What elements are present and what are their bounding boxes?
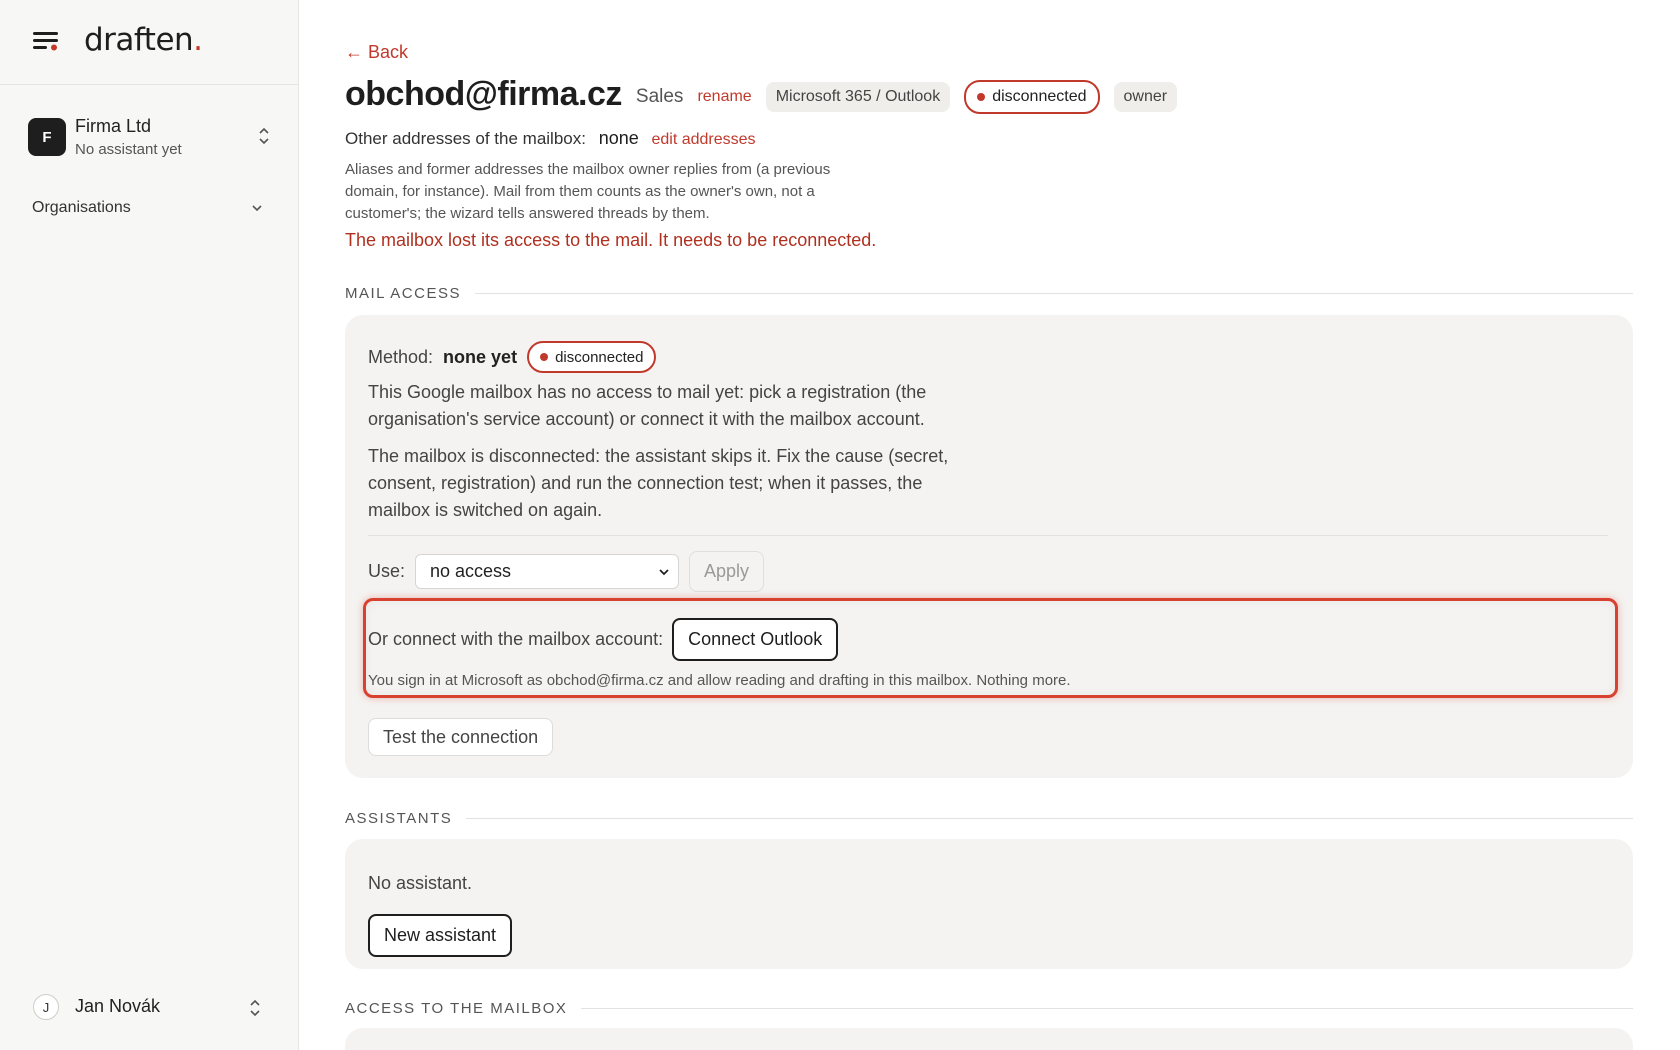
rename-link[interactable]: rename [697,88,751,106]
provider-badge: Microsoft 365 / Outlook [765,82,951,112]
mailbox-header: obchod@firma.cz Sales rename Microsoft 3… [345,72,1178,116]
chevron-updown-icon [250,999,260,1017]
org-name: Firma Ltd [75,116,152,136]
test-connection-button[interactable]: Test the connection [368,718,554,756]
connect-label: Or connect with the mailbox account: [368,629,664,649]
method-label: Method: [368,346,434,367]
mail-access-heading: MAIL ACCESS [345,283,1633,303]
method-value: none yet [443,346,518,367]
chevron-updown-icon [259,127,269,145]
method-row: Method: none yet disconnected [368,341,657,373]
signin-note: You sign in at Microsoft as obchod@firma… [368,672,1071,689]
role-badge: owner [1113,82,1178,112]
user-name: Jan Novák [75,996,161,1016]
org-switcher[interactable]: F Firma Ltd No assistant yet [28,116,272,162]
access-select[interactable]: no access [415,554,680,589]
error-message: The mailbox lost its access to the mail.… [345,230,877,250]
chevron-down-icon [659,569,669,576]
divider [368,535,1608,536]
organisations-label: Organisations [32,199,131,216]
other-addresses-hint: Aliases and former addresses the mailbox… [345,161,831,222]
assistants-heading: ASSISTANTS [345,808,1633,828]
other-addresses-label: Other addresses of the mailbox: [345,129,586,148]
disconnected-info-text: The mailbox is disconnected: the assista… [368,446,949,520]
organisations-toggle[interactable]: Organisations [32,199,264,217]
mail-access-card: Method: none yet disconnected This Googl… [345,315,1633,778]
access-select-value: no access [430,561,512,581]
user-menu[interactable]: J Jan Novák [33,993,263,1023]
other-addresses: Other addresses of the mailbox: none edi… [345,128,756,149]
access-heading: ACCESS TO THE MAILBOX [345,998,1633,1018]
section-title: MAIL ACCESS [345,284,461,302]
menu-icon[interactable] [33,31,59,53]
org-avatar: F [28,118,66,156]
org-subtitle: No assistant yet [75,141,182,158]
chevron-down-icon [252,205,262,212]
back-link[interactable]: ← Back [345,42,408,63]
section-title: ACCESS TO THE MAILBOX [345,999,568,1017]
status-dot-icon [977,93,986,101]
other-addresses-value: none [598,128,639,148]
access-card [345,1028,1633,1050]
connect-outlook-button[interactable]: Connect Outlook [672,618,839,661]
use-row: Use: no access Apply [368,551,765,592]
mailbox-label: Sales [635,86,684,107]
app-logo[interactable]: draften. [84,22,203,58]
divider [474,292,1633,294]
status-text: disconnected [992,88,1087,105]
apply-button[interactable]: Apply [689,551,765,592]
sidebar-header: draften. [0,0,298,85]
status-badge: disconnected [964,80,1100,114]
connect-row: Or connect with the mailbox account: Con… [368,618,839,661]
assistants-card: No assistant. New assistant [345,839,1633,969]
status-text: disconnected [555,348,644,366]
section-title: ASSISTANTS [345,809,453,827]
sidebar: draften. F Firma Ltd No assistant yet Or… [0,0,299,1050]
status-badge: disconnected [527,341,657,373]
main-content: ← Back obchod@firma.cz Sales rename Micr… [345,0,1635,1050]
use-label: Use: [368,561,406,581]
access-info-text: This Google mailbox has no access to mai… [368,382,927,429]
mailbox-address: obchod@firma.cz [345,74,622,113]
divider [466,817,1633,819]
user-avatar: J [33,994,59,1020]
new-assistant-button[interactable]: New assistant [368,914,513,957]
no-assistant-text: No assistant. [368,873,473,893]
status-dot-icon [540,353,549,361]
divider [581,1007,1633,1009]
edit-addresses-link[interactable]: edit addresses [651,131,755,148]
